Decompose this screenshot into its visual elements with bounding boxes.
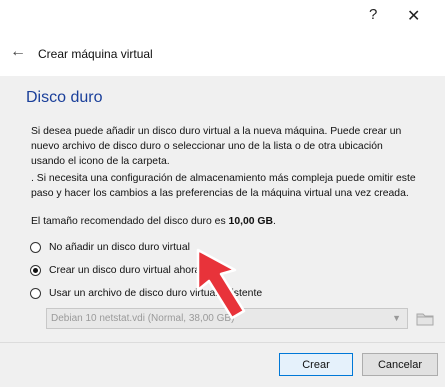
radio-label: Usar un archivo de disco duro virtual ex… [49, 287, 263, 299]
folder-icon[interactable] [414, 308, 436, 329]
advanced-note-paragraph: . Si necesita una configuración de almac… [31, 173, 416, 199]
radio-label: No añadir un disco duro virtual [49, 241, 190, 253]
wizard-page: Disco duro Si desea puede añadir un disc… [0, 76, 445, 342]
radio-button[interactable] [30, 264, 41, 276]
title-bar: ? ✕ [0, 0, 445, 34]
disk-file-select[interactable]: Debian 10 netstat.vdi (Normal, 38,00 GB)… [46, 308, 408, 329]
radio-label: Crear un disco duro virtual ahora [49, 264, 201, 276]
chevron-down-icon: ▼ [392, 313, 401, 323]
section-title: Disco duro [26, 89, 103, 106]
radio-button[interactable] [30, 241, 41, 253]
recommended-size-suffix: . [273, 216, 276, 227]
create-button[interactable]: Crear [279, 353, 353, 376]
wizard-header: ← Crear máquina virtual [0, 34, 445, 76]
recommended-size-text: El tamaño recomendado del disco duro es … [31, 216, 276, 227]
disk-file-value: Debian 10 netstat.vdi (Normal, 38,00 GB) [51, 313, 235, 324]
description-paragraph: Si desea puede añadir un disco duro virt… [31, 126, 402, 167]
close-button[interactable]: ✕ [407, 6, 420, 26]
recommended-size-prefix: El tamaño recomendado del disco duro es [31, 216, 229, 227]
radio-button[interactable] [30, 287, 41, 299]
help-button[interactable]: ? [369, 6, 377, 23]
radio-existing-disk[interactable]: Usar un archivo de disco duro virtual ex… [30, 285, 262, 301]
radio-create-disk[interactable]: Crear un disco duro virtual ahora [30, 262, 200, 278]
radio-no-disk[interactable]: No añadir un disco duro virtual [30, 239, 190, 255]
back-arrow-icon[interactable]: ← [10, 43, 26, 61]
cancel-button[interactable]: Cancelar [362, 353, 438, 376]
wizard-title: Crear máquina virtual [38, 47, 153, 61]
recommended-size-value: 10,00 GB [228, 216, 274, 227]
button-bar: Crear Cancelar [0, 342, 445, 387]
